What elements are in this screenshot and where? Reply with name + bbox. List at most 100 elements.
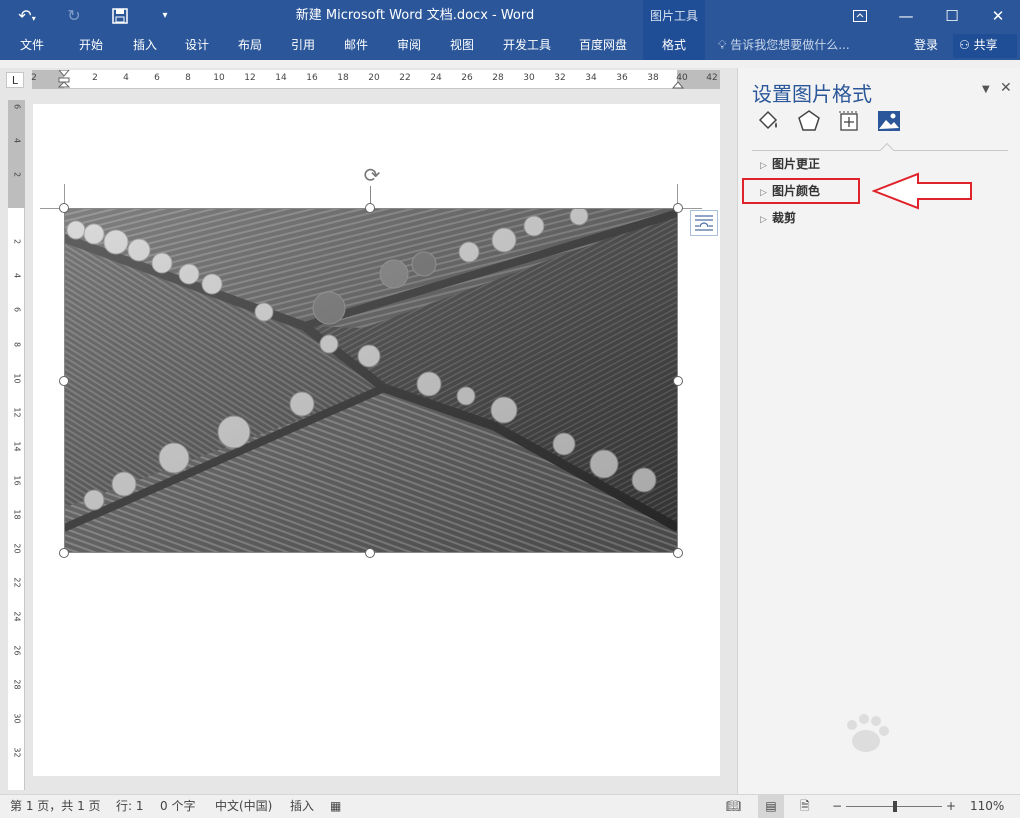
zoom-slider-thumb[interactable] <box>893 801 897 812</box>
resize-handle-top-left[interactable] <box>59 203 69 213</box>
ruler-label: 30 <box>12 713 22 724</box>
ruler-label: 28 <box>12 679 22 690</box>
layout-properties-icon[interactable] <box>836 108 862 134</box>
page-count[interactable]: 第 1 页，共 1 页 <box>10 795 101 818</box>
login-button[interactable]: 登录 <box>914 32 938 60</box>
section-label: 裁剪 <box>772 211 797 225</box>
tab-insert[interactable]: 插入 <box>120 32 170 60</box>
ruler-label: 36 <box>616 73 628 83</box>
picture-icon[interactable] <box>876 108 902 134</box>
ruler-label: 32 <box>554 73 566 83</box>
ruler-label: 28 <box>492 73 504 83</box>
ruler-label: 4 <box>12 272 22 279</box>
ruler-label: 16 <box>12 475 22 486</box>
maximize-icon[interactable]: ☐ <box>929 0 975 32</box>
right-indent-marker-icon[interactable] <box>672 80 684 89</box>
tell-me-text: 告诉我您想要做什么... <box>730 38 850 52</box>
tab-design[interactable]: 设计 <box>172 32 222 60</box>
tab-developer[interactable]: 开发工具 <box>496 32 558 60</box>
resize-handle-bottom-right[interactable] <box>673 548 683 558</box>
expand-arrow-icon: ▷ <box>760 215 767 225</box>
section-crop[interactable]: ▷ 裁剪 <box>760 209 796 227</box>
tab-selector[interactable]: L <box>6 72 24 88</box>
ruler-label: 12 <box>244 73 256 83</box>
ruler-label: 16 <box>306 73 318 83</box>
ruler-label: 2 <box>31 73 37 83</box>
person-icon: ⚇ <box>959 38 970 52</box>
ruler-label: 38 <box>647 73 659 83</box>
print-layout-icon[interactable]: ▤ <box>758 795 784 818</box>
resize-handle-bottom-left[interactable] <box>59 548 69 558</box>
ruler-label: 24 <box>12 611 22 622</box>
resize-handle-top[interactable] <box>365 203 375 213</box>
annotation-arrow-icon <box>872 172 972 210</box>
tab-references[interactable]: 引用 <box>278 32 328 60</box>
ribbon-display-options-icon[interactable] <box>837 0 883 32</box>
expand-arrow-icon: ▷ <box>760 161 767 171</box>
vertical-ruler[interactable]: 6 4 2 2 4 6 8 10 12 14 16 18 20 22 24 26… <box>8 100 25 790</box>
ruler-label: 12 <box>12 407 22 418</box>
layout-options-button[interactable] <box>690 210 718 236</box>
zoom-level[interactable]: 110% <box>970 795 1004 818</box>
ribbon-collapsed-area <box>0 60 1020 68</box>
share-button[interactable]: ⚇ 共享 <box>953 34 1017 58</box>
tab-format[interactable]: 格式 <box>643 32 705 60</box>
ruler-label: 34 <box>585 73 597 83</box>
ruler-label: 20 <box>368 73 380 83</box>
tab-baidu-netdisk[interactable]: 百度网盘 <box>572 32 634 60</box>
tab-file[interactable]: 文件 <box>8 32 56 60</box>
section-label: 图片更正 <box>772 157 821 171</box>
resize-handle-bottom[interactable] <box>365 548 375 558</box>
tell-me-box[interactable]: 💡︎ 告诉我您想要做什么... <box>718 32 850 60</box>
pane-options-icon[interactable]: ▼ <box>982 84 990 95</box>
web-layout-icon[interactable]: 🗎︎ <box>800 795 810 818</box>
minimize-icon[interactable]: — <box>883 0 929 32</box>
ribbon-tab-row: 文件 开始 插入 设计 布局 引用 邮件 审阅 视图 开发工具 百度网盘 格式 … <box>0 32 1020 60</box>
ruler-label: 22 <box>399 73 411 83</box>
insert-mode[interactable]: 插入 <box>290 795 314 818</box>
horizontal-ruler[interactable]: 2 2 4 6 8 10 12 14 16 18 20 22 24 26 28 … <box>31 70 720 89</box>
ruler-top-margin <box>8 100 25 208</box>
zoom-in-button[interactable]: + <box>946 795 956 818</box>
pane-close-icon[interactable]: ✕ <box>1000 80 1012 96</box>
ruler-label: 26 <box>12 645 22 656</box>
close-icon[interactable]: ✕ <box>975 0 1020 32</box>
ruler-label: 22 <box>12 577 22 588</box>
tab-mailings[interactable]: 邮件 <box>331 32 381 60</box>
section-picture-corrections[interactable]: ▷ 图片更正 <box>760 155 820 173</box>
resize-handle-top-right[interactable] <box>673 203 683 213</box>
indent-marker-icon[interactable] <box>58 70 70 89</box>
tab-layout[interactable]: 布局 <box>225 32 275 60</box>
qat-customize-icon[interactable]: ▾ <box>156 4 174 28</box>
title-bar: ↶▾ ↻ ▾ 新建 Microsoft Word 文档.docx - Word … <box>0 0 1020 32</box>
ruler-label: 14 <box>275 73 287 83</box>
macro-record-icon[interactable]: ▦ <box>330 795 341 818</box>
effects-icon[interactable] <box>796 108 822 134</box>
ruler-label: 24 <box>430 73 442 83</box>
rotate-handle-icon[interactable]: ⟳ <box>360 164 384 186</box>
zoom-out-button[interactable]: − <box>832 795 842 818</box>
undo-icon[interactable]: ↶▾ <box>14 4 40 28</box>
status-bar: 第 1 页，共 1 页 行: 1 0 个字 中文(中国) 插入 ▦ 📖︎ ▤ 🗎… <box>0 794 1020 818</box>
redo-icon[interactable]: ↻ <box>62 4 86 28</box>
ruler-label: 2 <box>12 238 22 245</box>
pane-tab-pointer <box>879 142 895 158</box>
resize-handle-left[interactable] <box>59 376 69 386</box>
tab-review[interactable]: 审阅 <box>384 32 434 60</box>
fill-line-icon[interactable] <box>756 108 782 134</box>
word-count[interactable]: 0 个字 <box>160 795 195 818</box>
resize-handle-right[interactable] <box>673 376 683 386</box>
tab-view[interactable]: 视图 <box>437 32 487 60</box>
read-mode-icon[interactable]: 📖︎ <box>726 795 741 818</box>
zoom-slider[interactable] <box>846 801 942 812</box>
layout-options-icon <box>695 215 713 231</box>
annotation-highlight-box <box>742 178 860 204</box>
ruler-label: 2 <box>12 171 22 178</box>
ruler-label: 14 <box>12 441 22 452</box>
language[interactable]: 中文(中国) <box>215 795 272 818</box>
ruler-label: 30 <box>523 73 535 83</box>
tab-home[interactable]: 开始 <box>66 32 116 60</box>
save-icon[interactable] <box>108 4 132 28</box>
ruler-label: 10 <box>12 373 22 384</box>
ruler-label: 18 <box>12 509 22 520</box>
